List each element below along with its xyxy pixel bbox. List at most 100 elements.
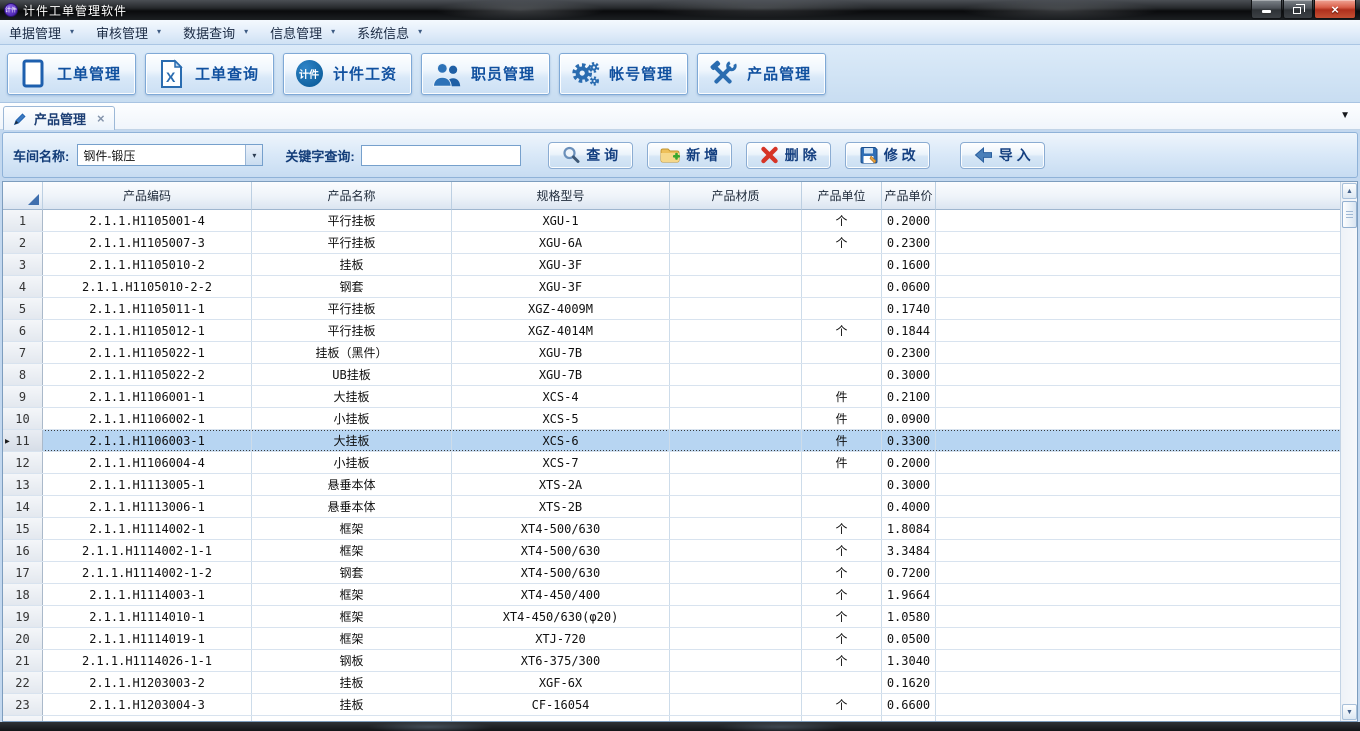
cell-price[interactable]: 0.1740 (882, 298, 936, 319)
row-number-cell[interactable]: 12 (3, 452, 43, 473)
cell-unit[interactable]: 件 (802, 452, 882, 473)
cell-name[interactable]: 平行挂板 (252, 232, 452, 253)
cell-code[interactable]: 2.1.1.H1114026-1-1 (43, 650, 252, 671)
cell-material[interactable] (670, 474, 802, 495)
cell-code[interactable]: 2.1.1.H1113006-1 (43, 496, 252, 517)
cell-unit[interactable]: 个 (802, 650, 882, 671)
cell-filler[interactable] (936, 276, 1340, 297)
cell-price[interactable]: 0.6600 (882, 694, 936, 715)
table-row[interactable]: 182.1.1.H1114003-1框架XT4-450/400个1.9664 (3, 584, 1340, 606)
cell-filler[interactable] (936, 254, 1340, 275)
piecework-wage-button[interactable]: 计件 计件工资 (283, 53, 412, 95)
cell-material[interactable] (670, 430, 802, 451)
cell-unit[interactable]: 个 (802, 694, 882, 715)
cell-filler[interactable] (936, 628, 1340, 649)
row-number-cell[interactable]: 22 (3, 672, 43, 693)
select-all-corner[interactable] (3, 182, 43, 210)
cell-unit[interactable] (802, 474, 882, 495)
cell-spec[interactable]: XGU-7B (452, 342, 670, 363)
row-number-cell[interactable]: 16 (3, 540, 43, 561)
cell-price[interactable]: 0.3000 (882, 364, 936, 385)
cell-code[interactable]: 2.1.1.H1114019-1 (43, 628, 252, 649)
row-number-cell[interactable]: 15 (3, 518, 43, 539)
cell-material[interactable] (670, 540, 802, 561)
row-number-cell[interactable]: 18 (3, 584, 43, 605)
scroll-up-button[interactable]: ▲ (1342, 183, 1357, 199)
cell-price[interactable]: 0.1620 (882, 672, 936, 693)
row-number-cell[interactable]: 7 (3, 342, 43, 363)
cell-name[interactable]: 框架 (252, 540, 452, 561)
cell-spec[interactable]: XGU-3F (452, 254, 670, 275)
cell-price[interactable]: 0.2300 (882, 342, 936, 363)
cell-unit[interactable] (802, 716, 882, 721)
table-row[interactable]: 152.1.1.H1114002-1框架XT4-500/630个1.8084 (3, 518, 1340, 540)
cell-spec[interactable]: XGU-7B (452, 364, 670, 385)
cell-name[interactable]: 小挂板 (252, 452, 452, 473)
cell-name[interactable]: 挂板 (252, 254, 452, 275)
cell-code[interactable]: 2.1.1.H1105010-2-2 (43, 276, 252, 297)
row-number-cell[interactable]: 17 (3, 562, 43, 583)
table-row[interactable]: 42.1.1.H1105010-2-2钢套XGU-3F0.0600 (3, 276, 1340, 298)
cell-name[interactable]: 悬垂本体 (252, 474, 452, 495)
row-number-cell[interactable]: 3 (3, 254, 43, 275)
cell-filler[interactable] (936, 452, 1340, 473)
cell-name[interactable]: 钢板 (252, 650, 452, 671)
table-row[interactable]: 52.1.1.H1105011-1平行挂板XGZ-4009M0.1740 (3, 298, 1340, 320)
cell-spec[interactable]: XT6-375/300 (452, 650, 670, 671)
workshop-select[interactable]: 钢件-锻压 ▾ (77, 144, 263, 166)
cell-code[interactable]: 2.1.1.H1106003-1 (43, 430, 252, 451)
row-number-cell[interactable]: 14 (3, 496, 43, 517)
cell-price[interactable]: 0.0600 (882, 276, 936, 297)
cell-material[interactable] (670, 342, 802, 363)
cell-spec[interactable]: XCS-7 (452, 452, 670, 473)
cell-spec[interactable] (452, 716, 670, 721)
cell-unit[interactable]: 个 (802, 606, 882, 627)
cell-code[interactable]: 2.1.1.H1113005-1 (43, 474, 252, 495)
cell-spec[interactable]: XGU-1 (452, 210, 670, 231)
cell-code[interactable]: 2.1.1.H1105007-3 (43, 232, 252, 253)
minimize-button[interactable] (1251, 0, 1282, 19)
table-row[interactable]: 11▶2.1.1.H1106003-1大挂板XCS-6件0.3300 (3, 430, 1340, 452)
cell-spec[interactable]: XT4-450/630(φ20) (452, 606, 670, 627)
table-row[interactable]: 162.1.1.H1114002-1-1框架XT4-500/630个3.3484 (3, 540, 1340, 562)
cell-name[interactable]: 平行挂板 (252, 298, 452, 319)
cell-filler[interactable] (936, 430, 1340, 451)
add-button[interactable]: 新 增 (647, 142, 732, 169)
cell-spec[interactable]: XTS-2A (452, 474, 670, 495)
cell-unit[interactable] (802, 672, 882, 693)
cell-filler[interactable] (936, 386, 1340, 407)
cell-code[interactable]: 2.1.1.H1203004-3 (43, 694, 252, 715)
cell-unit[interactable]: 个 (802, 584, 882, 605)
cell-filler[interactable] (936, 606, 1340, 627)
combo-dropdown-button[interactable]: ▾ (245, 145, 262, 165)
query-button[interactable]: 查 询 (548, 142, 633, 169)
cell-name[interactable]: 挂板 (252, 672, 452, 693)
cell-unit[interactable] (802, 496, 882, 517)
row-number-cell[interactable]: 21 (3, 650, 43, 671)
cell-price[interactable]: 1.3040 (882, 650, 936, 671)
cell-filler[interactable] (936, 672, 1340, 693)
cell-code[interactable]: 2.1.1.H1106001-1 (43, 386, 252, 407)
cell-price[interactable]: 0.0900 (882, 408, 936, 429)
cell-spec[interactable]: XT4-500/630 (452, 518, 670, 539)
cell-spec[interactable]: CF-16054 (452, 694, 670, 715)
menu-item-bill-management[interactable]: 单据管理 ▾ (9, 23, 74, 42)
cell-material[interactable] (670, 452, 802, 473)
cell-code[interactable]: 2.1.1.H1105010-2 (43, 254, 252, 275)
cell-material[interactable] (670, 628, 802, 649)
cell-name[interactable]: 大挂板 (252, 430, 452, 451)
cell-code[interactable]: 2.1.1.H1203003-2 (43, 672, 252, 693)
table-row[interactable]: 82.1.1.H1105022-2UB挂板XGU-7B0.3000 (3, 364, 1340, 386)
cell-unit[interactable]: 个 (802, 518, 882, 539)
cell-filler[interactable] (936, 562, 1340, 583)
cell-name[interactable]: 挂板（黑件） (252, 342, 452, 363)
cell-price[interactable]: 0.4000 (882, 496, 936, 517)
cell-price[interactable]: 0.2100 (882, 386, 936, 407)
table-row[interactable]: 172.1.1.H1114002-1-2钢套XT4-500/630个0.7200 (3, 562, 1340, 584)
cell-unit[interactable] (802, 276, 882, 297)
cell-name[interactable] (252, 716, 452, 721)
table-row[interactable]: 202.1.1.H1114019-1框架XTJ-720个0.0500 (3, 628, 1340, 650)
vertical-scrollbar[interactable]: ▲ ▼ (1340, 182, 1357, 721)
cell-price[interactable]: 1.0580 (882, 606, 936, 627)
cell-name[interactable]: 挂板 (252, 694, 452, 715)
